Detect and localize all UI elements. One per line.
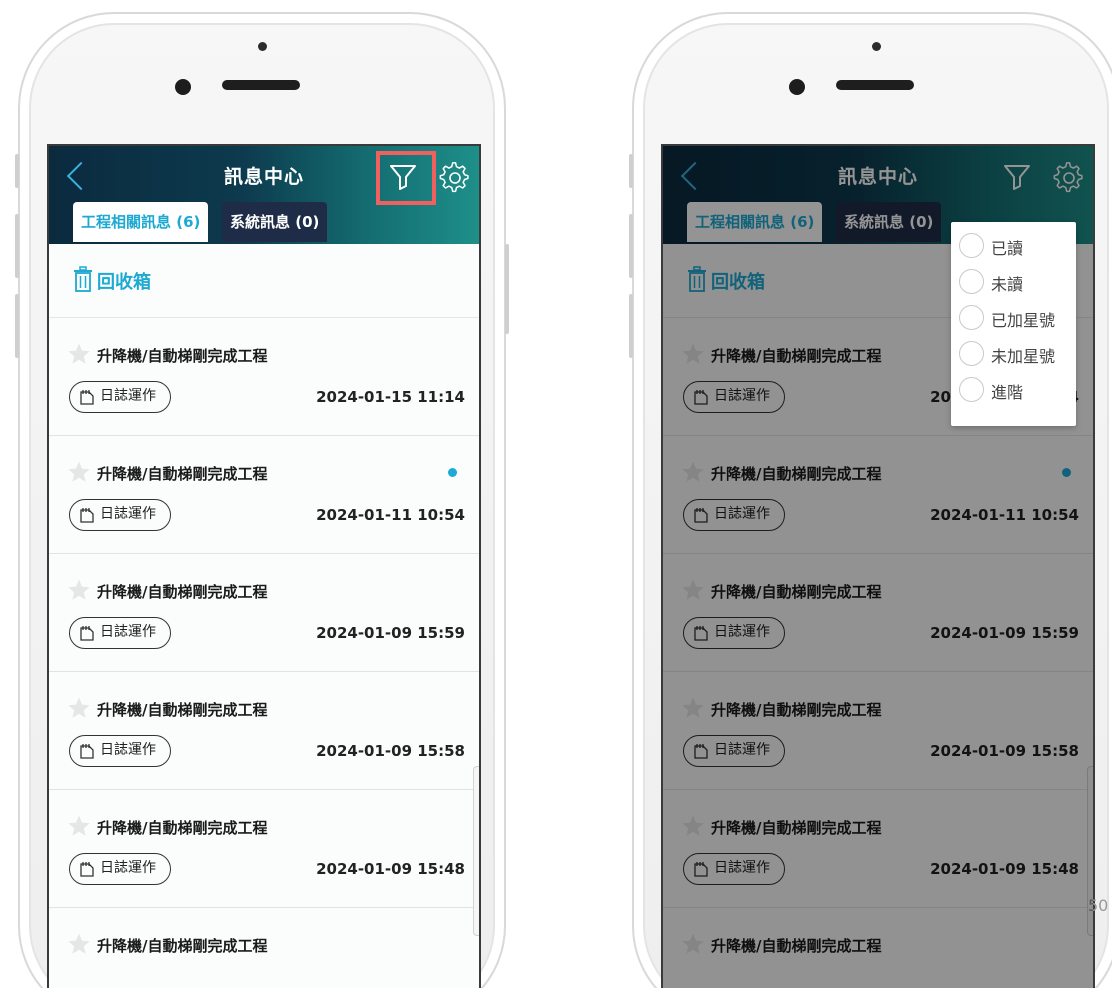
phone-frame-right: 訊息中心 工程相關訊息 (6) 系統訊息 (0) 回收箱 升降機/自動梯剛完成工…	[629, 12, 1112, 988]
unread-indicator	[448, 468, 457, 477]
list-item[interactable]: 升降機/自動梯剛完成工程 日誌運作 2024-01-09 15:58	[49, 672, 479, 790]
message-date: 2024-01-09 15:59	[316, 624, 465, 642]
log-icon	[80, 744, 94, 759]
star-icon[interactable]	[67, 460, 91, 484]
volume-down-button	[15, 294, 19, 358]
phone-frame-left: 訊息中心 工程相關訊息 (6) 系統訊息 (0) 回收箱 升降機/自動梯剛完成工	[15, 12, 509, 988]
app-screen-left: 訊息中心 工程相關訊息 (6) 系統訊息 (0) 回收箱 升降機/自動梯剛完成工	[47, 144, 481, 988]
radio-button[interactable]	[959, 305, 984, 330]
front-camera	[789, 79, 805, 95]
message-date: 2024-01-09 15:48	[316, 860, 465, 878]
filter-option[interactable]: 已讀	[951, 228, 1076, 264]
log-icon	[80, 626, 94, 641]
category-tag-label: 日誌運作	[100, 624, 156, 640]
message-date: 2024-01-11 10:54	[316, 506, 465, 524]
category-tag-label: 日誌運作	[100, 388, 156, 404]
log-icon	[80, 390, 94, 405]
earpiece-speaker	[222, 80, 300, 90]
volume-down-button	[629, 294, 633, 358]
log-icon	[80, 862, 94, 877]
message-date: 2024-01-15 11:14	[316, 388, 465, 406]
volume-up-button	[15, 214, 19, 278]
filter-option[interactable]: 未讀	[951, 264, 1076, 300]
message-title: 升降機/自動梯剛完成工程	[97, 937, 268, 955]
category-tag: 日誌運作	[69, 499, 171, 531]
proximity-sensor	[258, 42, 267, 51]
message-title: 升降機/自動梯剛完成工程	[97, 701, 268, 719]
filter-option-label: 已讀	[991, 239, 1024, 258]
scrollbar[interactable]	[473, 766, 479, 936]
earpiece-speaker	[836, 80, 914, 90]
volume-up-button	[629, 214, 633, 278]
filter-option[interactable]: 已加星號	[951, 300, 1076, 336]
star-icon[interactable]	[67, 342, 91, 366]
message-title: 升降機/自動梯剛完成工程	[97, 819, 268, 837]
message-title: 升降機/自動梯剛完成工程	[97, 347, 268, 365]
tab-system-messages[interactable]: 系統訊息 (0)	[222, 202, 328, 242]
front-camera	[175, 79, 191, 95]
message-date: 2024-01-09 15:58	[316, 742, 465, 760]
star-icon[interactable]	[67, 578, 91, 602]
star-icon[interactable]	[67, 932, 91, 956]
trash-icon	[74, 266, 92, 292]
filter-dropdown-menu: 已讀未讀已加星號未加星號進階	[951, 222, 1076, 426]
proximity-sensor	[872, 42, 881, 51]
message-title: 升降機/自動梯剛完成工程	[97, 583, 268, 601]
star-icon[interactable]	[67, 696, 91, 720]
filter-option-label: 未加星號	[991, 347, 1056, 366]
category-tag-label: 日誌運作	[100, 506, 156, 522]
recycle-bin-button[interactable]: 回收箱	[49, 244, 479, 318]
list-item[interactable]: 升降機/自動梯剛完成工程 日誌運作 2024-01-09 15:59	[49, 554, 479, 672]
filter-option-label: 未讀	[991, 275, 1024, 294]
radio-button[interactable]	[959, 341, 984, 366]
app-header: 訊息中心 工程相關訊息 (6) 系統訊息 (0)	[49, 146, 479, 244]
log-icon	[80, 508, 94, 523]
radio-button[interactable]	[959, 269, 984, 294]
filter-option-label: 已加星號	[991, 311, 1056, 330]
list-item[interactable]: 升降機/自動梯剛完成工程 日誌運作 2024-01-09 15:48	[49, 790, 479, 908]
category-tag: 日誌運作	[69, 381, 171, 413]
filter-option[interactable]: 未加星號	[951, 336, 1076, 372]
radio-button[interactable]	[959, 233, 984, 258]
recycle-bin-label: 回收箱	[97, 272, 151, 293]
star-icon[interactable]	[67, 814, 91, 838]
list-item[interactable]: 升降機/自動梯剛完成工程 日誌運作 2024-01-11 10:54	[49, 436, 479, 554]
list-item[interactable]: 升降機/自動梯剛完成工程	[49, 908, 479, 988]
radio-button[interactable]	[959, 377, 984, 402]
mute-switch	[15, 154, 19, 188]
tab-project-messages[interactable]: 工程相關訊息 (6)	[73, 202, 209, 242]
message-title: 升降機/自動梯剛完成工程	[97, 465, 268, 483]
category-tag: 日誌運作	[69, 617, 171, 649]
filter-option-label: 進階	[991, 383, 1024, 402]
app-screen-right: 訊息中心 工程相關訊息 (6) 系統訊息 (0) 回收箱 升降機/自動梯剛完成工…	[661, 144, 1095, 988]
gear-icon[interactable]	[439, 162, 471, 194]
category-tag-label: 日誌運作	[100, 742, 156, 758]
filter-option[interactable]: 進階	[951, 372, 1076, 408]
category-tag: 日誌運作	[69, 853, 171, 885]
list-item[interactable]: 升降機/自動梯剛完成工程日誌運作 2024-01-15 11:14	[49, 318, 479, 436]
filter-highlight-box	[376, 151, 436, 205]
mute-switch	[629, 154, 633, 188]
category-tag-label: 日誌運作	[100, 860, 156, 876]
category-tag: 日誌運作	[69, 735, 171, 767]
message-list: 升降機/自動梯剛完成工程日誌運作2024-01-15 11:14升降機/自動梯剛…	[49, 318, 479, 988]
power-button	[505, 244, 509, 334]
